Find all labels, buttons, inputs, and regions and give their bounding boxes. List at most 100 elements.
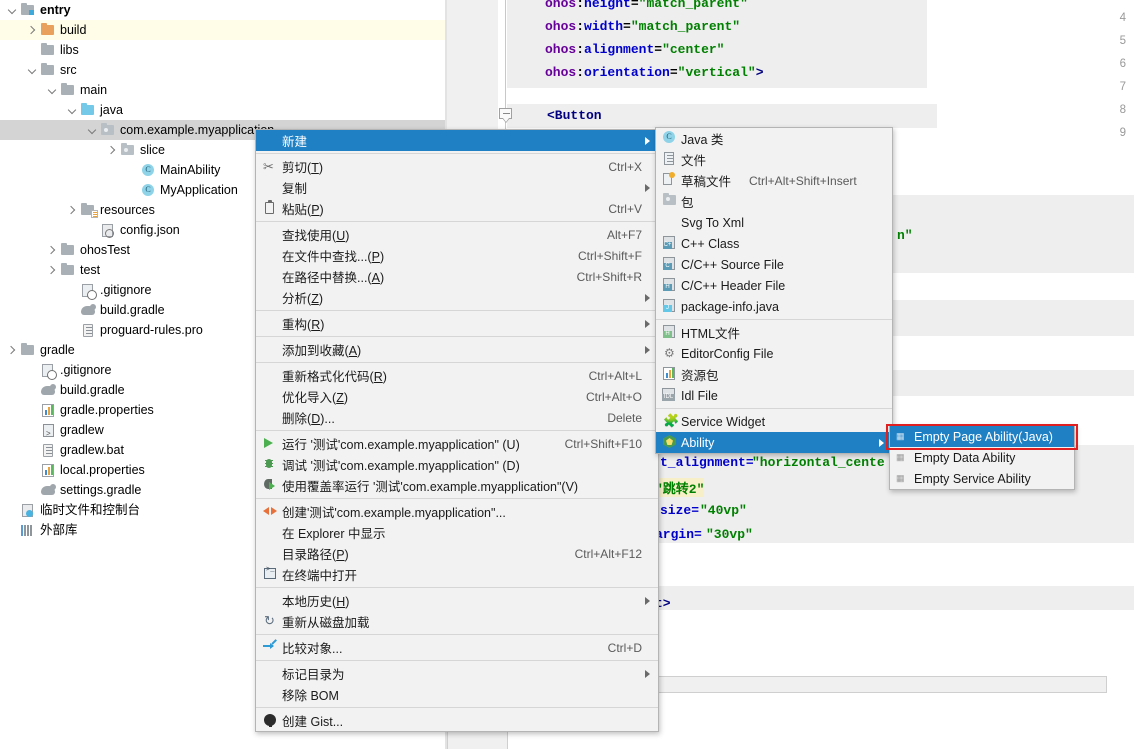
ability-submenu[interactable]: ▦ Empty Page Ability(Java) ▦ Empty Data Abi… [889,425,1075,490]
context-menu-item-6[interactable]: 查找使用(U) Alt+F7 [256,224,658,245]
context-menu-item-19[interactable]: 运行 '测试'com.example.myapplication" (U) Ctr… [256,433,658,454]
tree-item-libs[interactable]: libs [0,40,447,60]
ability-submenu-item-1[interactable]: ▦ Empty Data Ability [890,447,1074,468]
context-menu-item-21[interactable]: 使用覆盖率运行 '测试'com.example.myapplication"(V… [256,475,658,496]
html-file-icon: H [659,322,681,343]
tree-item-label: ohosTest [80,243,131,257]
tree-item-main[interactable]: main [0,80,447,100]
text-file-icon [79,322,97,338]
menu-icon-slot [260,543,282,564]
context-menu-item-7[interactable]: 在文件中查找...(P) Ctrl+Shift+F [256,245,658,266]
new-submenu-item-12[interactable]: 资源包 [656,364,892,385]
context-menu-item-25[interactable]: 目录路径(P) Ctrl+Alt+F12 [256,543,658,564]
new-submenu-item-7[interactable]: H C/C++ Header File [656,275,892,296]
tree-item-label: java [100,103,123,117]
tree-item-java[interactable]: java [0,100,447,120]
chevron-down-icon[interactable] [46,80,59,100]
folder-grey-icon [59,82,77,98]
menu-item-shortcut: Alt+F7 [606,227,642,242]
context-menu-item-28[interactable]: 本地历史(H) [256,590,658,611]
context-menu-item-23[interactable]: 创建'测试'com.example.myapplication"... [256,501,658,522]
new-submenu-item-4[interactable]: Svg To Xml [656,212,892,233]
new-submenu-item-6[interactable]: C C/C++ Source File [656,254,892,275]
code-line: ohos:height="match_parent" [545,0,748,11]
submenu-item-label: 文件 [681,154,707,168]
chevron-down-icon[interactable] [86,120,99,140]
ability-submenu-item-label: Empty Data Ability [914,450,1016,465]
chevron-right-icon[interactable] [26,20,39,40]
chevron-right-icon[interactable] [46,260,59,280]
submenu-icon-slot [659,212,681,233]
submenu-item-shortcut: Ctrl+Alt+Shift+Insert [749,173,857,188]
file-icon [659,149,681,170]
tree-item-label: slice [140,143,166,157]
tree-item-src[interactable]: src [0,60,447,80]
cut-icon: ✂ [263,159,274,174]
chevron-right-icon[interactable] [6,340,19,360]
context-menu-item-2[interactable]: ✂ 剪切(T) Ctrl+X [256,156,658,177]
submenu-item-label: Java 类 [681,133,724,147]
context-menu-item-16[interactable]: 优化导入(Z) Ctrl+Alt+O [256,386,658,407]
tree-item-build[interactable]: build [0,20,447,40]
context-menu-item-17[interactable]: 删除(D)... Delete [256,407,658,428]
ability-submenu-item-2[interactable]: ▦ Empty Service Ability [890,468,1074,489]
new-submenu-item-1[interactable]: 文件 [656,149,892,170]
context-menu-item-31[interactable]: 比较对象... Ctrl+D [256,637,658,658]
chevron-right-icon[interactable] [46,240,59,260]
tree-item-entry[interactable]: entry [0,0,447,20]
context-menu-item-24[interactable]: 在 Explorer 中显示 [256,522,658,543]
new-submenu-item-15[interactable]: 🧩 Service Widget [656,411,892,432]
context-menu-item-34[interactable]: 移除 BOM [256,684,658,705]
context-menu-item-8[interactable]: 在路径中替换...(A) Ctrl+Shift+R [256,266,658,287]
menu-separator [256,707,658,708]
context-menu-item-0[interactable]: 新建 [256,130,658,151]
json-file-icon [99,222,117,238]
context-menu-item-20[interactable]: 调试 '测试'com.example.myapplication" (D) [256,454,658,475]
new-submenu-item-3[interactable]: 包 [656,191,892,212]
new-submenu[interactable]: C Java 类文件 草稿文件 Ctrl+Alt+Shift+Insert 包 Svg T… [655,127,893,454]
context-menu-item-13[interactable]: 添加到收藏(A) [256,339,658,360]
new-submenu-item-13[interactable]: IDL Idl File [656,385,892,406]
tree-item-label: 临时文件和控制台 [40,503,141,517]
context-menu-item-33[interactable]: 标记目录为 [256,663,658,684]
menu-item-shortcut: Ctrl+X [608,159,642,174]
fold-marker-icon[interactable] [499,108,513,124]
chevron-right-icon[interactable] [106,140,119,160]
context-menu-item-11[interactable]: 重构(R) [256,313,658,334]
context-menu-item-15[interactable]: 重新格式化代码(R) Ctrl+Alt+L [256,365,658,386]
chevron-right-icon[interactable] [66,200,79,220]
gradle-file-icon [79,302,97,318]
java-class-icon: C [659,128,681,149]
chevron-down-icon[interactable] [66,100,79,120]
new-submenu-item-5[interactable]: C+ C++ Class [656,233,892,254]
ability-submenu-item-0[interactable]: ▦ Empty Page Ability(Java) [890,426,1074,447]
ability-icon [659,432,681,453]
context-menu-item-4[interactable]: 粘贴(P) Ctrl+V [256,198,658,219]
submenu-item-label: Idl File [681,388,718,403]
script-file-icon [39,422,57,444]
editor-band-right-5 [647,586,1134,610]
new-submenu-item-16[interactable]: Ability [656,432,892,453]
context-menu-item-26[interactable]: 在终端中打开 [256,564,658,585]
menu-icon-slot [260,663,282,684]
menu-item-label: 查找使用(U) [282,229,350,243]
context-menu-item-29[interactable]: ↻ 重新从磁盘加载 [256,611,658,632]
chevron-down-icon[interactable] [26,60,39,80]
context-menu[interactable]: 新建 ✂ 剪切(T) Ctrl+X 复制 粘贴(P) Ctrl+V 查找使用(U) Alt+F7… [255,129,659,732]
code-line: ohos:orientation="vertical"> [545,65,764,80]
new-submenu-item-2[interactable]: 草稿文件 Ctrl+Alt+Shift+Insert [656,170,892,191]
new-submenu-item-11[interactable]: ⚙ EditorConfig File [656,343,892,364]
new-submenu-item-8[interactable]: Jpackage-info.java [656,296,892,317]
new-submenu-item-10[interactable]: H HTML文件 [656,322,892,343]
context-menu-item-9[interactable]: 分析(Z) [256,287,658,308]
submenu-item-label: C/C++ Source File [681,257,784,272]
new-submenu-item-0[interactable]: C Java 类 [656,128,892,149]
chevron-down-icon[interactable] [6,0,19,20]
gitignore-file-icon [79,282,97,300]
context-menu-item-36[interactable]: 创建 Gist... [256,710,658,731]
editor-gutter [447,0,498,136]
context-menu-item-3[interactable]: 复制 [256,177,658,198]
